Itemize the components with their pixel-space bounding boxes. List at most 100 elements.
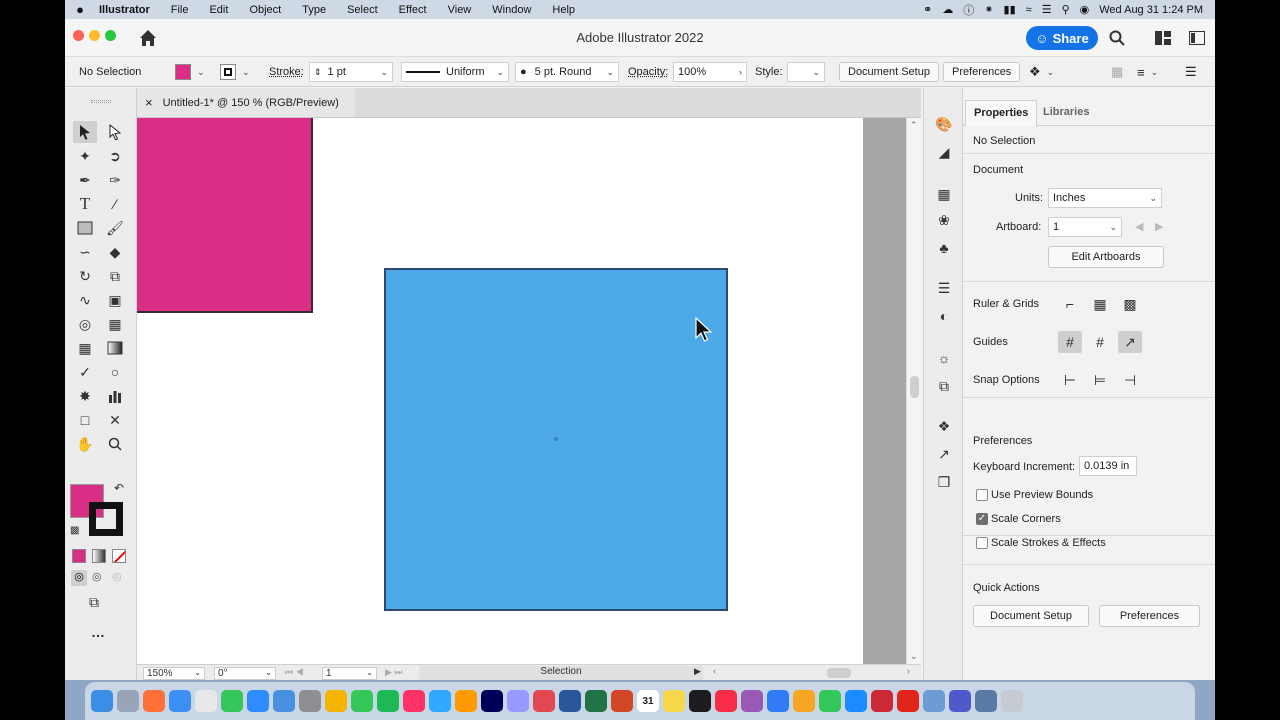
battery-icon[interactable]: ▮▮ — [1004, 3, 1016, 16]
search-icon[interactable]: ⚲ — [1062, 3, 1070, 16]
perspective-grid-tool-icon[interactable]: ▦ — [103, 313, 127, 335]
dock-downloads-icon[interactable] — [975, 690, 997, 712]
menu-select[interactable]: Select — [347, 4, 390, 16]
draw-inside-icon[interactable]: ◎ — [112, 570, 122, 583]
close-tab-icon[interactable]: × — [145, 95, 153, 110]
menu-effect[interactable]: Effect — [399, 4, 439, 16]
opacity-control[interactable]: 100% › — [673, 57, 747, 87]
dock-music-icon[interactable] — [715, 690, 737, 712]
show-rulers-icon[interactable]: ⌐ — [1058, 293, 1082, 315]
menu-window[interactable]: Window — [492, 4, 543, 16]
swap-fill-stroke-icon[interactable]: ↶ — [114, 481, 124, 495]
rotation-field[interactable]: 0° ⌄ — [214, 667, 276, 680]
column-graph-tool-icon[interactable] — [103, 385, 127, 407]
stroke-panel-icon[interactable]: ☰ — [934, 278, 954, 298]
variable-width-profile[interactable]: Uniform ⌄ — [401, 57, 509, 87]
graphic-style-control[interactable]: ⌄ — [787, 57, 825, 87]
creative-cloud-icon[interactable]: ⚭ — [923, 3, 932, 16]
curvature-tool-icon[interactable]: ✑ — [103, 169, 127, 191]
stroke-color-box[interactable] — [89, 502, 123, 536]
menu-app-illustrator[interactable]: Illustrator — [99, 4, 162, 16]
selection-tool-icon[interactable] — [73, 121, 97, 143]
artboard-dropdown[interactable]: 1 ⌄ — [1048, 217, 1122, 237]
dock-podcasts-icon[interactable] — [741, 690, 763, 712]
none-mode-button[interactable] — [112, 549, 126, 563]
line-segment-tool-icon[interactable]: ∕ — [103, 193, 127, 215]
graphic-styles-icon[interactable]: ⧉ — [934, 376, 954, 396]
search-help-icon[interactable] — [1107, 28, 1127, 48]
chevron-down-icon[interactable]: ⌄ — [496, 67, 504, 78]
eraser-tool-icon[interactable]: ◆ — [103, 241, 127, 263]
next-artboard-icon[interactable]: ▶ — [1155, 220, 1163, 233]
smart-guides-icon[interactable]: ↗ — [1118, 331, 1142, 353]
slice-tool-icon[interactable]: ✕ — [103, 409, 127, 431]
scale-corners-checkbox[interactable]: ✓ — [976, 513, 988, 525]
dock-notes-icon[interactable] — [663, 690, 685, 712]
vertical-scroll-thumb[interactable] — [910, 376, 919, 398]
units-dropdown[interactable]: Inches ⌄ — [1048, 188, 1162, 208]
dock-preview-icon[interactable] — [923, 690, 945, 712]
opacity-label[interactable]: Opacity: — [628, 57, 668, 87]
blend-tool-icon[interactable]: ○ — [103, 361, 127, 383]
dock-mail-icon[interactable] — [273, 690, 295, 712]
dock-indesign-icon[interactable] — [403, 690, 425, 712]
status-menu-arrow-icon[interactable]: ▶ — [694, 666, 701, 677]
siri-icon[interactable]: ◉ — [1080, 3, 1090, 16]
direct-selection-tool-icon[interactable] — [103, 121, 127, 143]
apple-menu-icon[interactable]: ● — [65, 2, 95, 17]
dock-numbers-icon[interactable] — [819, 690, 841, 712]
brush-dropdown[interactable]: ● 5 pt. Round ⌄ — [515, 62, 619, 82]
chevron-down-icon[interactable]: ⌄ — [606, 67, 614, 78]
tab-properties[interactable]: Properties — [965, 100, 1038, 126]
dock-facetime-icon[interactable] — [351, 690, 373, 712]
quick-preferences-button[interactable]: Preferences — [1099, 605, 1200, 627]
wifi-icon[interactable]: ≈ — [1026, 4, 1032, 16]
gradient-mode-button[interactable] — [92, 549, 106, 563]
panel-menu-icon[interactable]: ☰ — [1185, 57, 1197, 87]
fill-swatch-control[interactable]: ⌄ — [175, 57, 205, 87]
dock-launchpad-icon[interactable] — [117, 690, 139, 712]
chevron-down-icon[interactable]: ⌄ — [380, 67, 388, 78]
control-center-icon[interactable]: ☰ — [1042, 3, 1052, 16]
scroll-down-icon[interactable]: ⌄ — [910, 651, 918, 662]
dock-settings-icon[interactable] — [299, 690, 321, 712]
scroll-left-icon[interactable]: ‹ — [713, 666, 716, 676]
dock-zotero-icon[interactable] — [871, 690, 893, 712]
dock-app-store-icon[interactable] — [845, 690, 867, 712]
dock-keynote-icon[interactable] — [767, 690, 789, 712]
dock-creative-cloud-icon[interactable] — [533, 690, 555, 712]
transform-icon[interactable]: ≡ ⌄ — [1137, 57, 1158, 87]
stroke-swatch-control[interactable]: ⌄ — [220, 57, 250, 87]
dock-tv-icon[interactable] — [689, 690, 711, 712]
shape-builder-tool-icon[interactable]: ◎ — [73, 313, 97, 335]
dock-photos-icon[interactable] — [325, 690, 347, 712]
artboard-tool-icon[interactable]: □ — [73, 409, 97, 431]
dock-firefox-icon[interactable] — [143, 690, 165, 712]
chevron-right-icon[interactable]: › — [739, 67, 742, 77]
dock-zoom-icon[interactable] — [247, 690, 269, 712]
blue-square[interactable] — [384, 268, 728, 611]
paintbrush-tool-icon[interactable]: 🖌 — [103, 217, 127, 239]
menu-type[interactable]: Type — [302, 4, 338, 16]
change-screen-mode-icon[interactable]: ⧉ — [89, 594, 99, 611]
last-artboard-icon[interactable]: ▶ ⏭ — [385, 667, 403, 678]
menu-object[interactable]: Object — [249, 4, 293, 16]
dock-safari-icon[interactable] — [169, 690, 191, 712]
scale-tool-icon[interactable]: ⧉ — [103, 265, 127, 287]
snap-to-pixel-icon[interactable]: ⊣ — [1118, 369, 1142, 391]
document-tab[interactable]: × Untitled-1* @ 150 % (RGB/Preview) — [137, 88, 355, 118]
appearance-panel-icon[interactable]: ☼ — [934, 348, 954, 368]
chevron-down-icon[interactable]: ⌄ — [1149, 193, 1157, 204]
horizontal-scroll-thumb[interactable] — [827, 668, 851, 678]
keyboard-increment-field[interactable]: 0.0139 in — [1079, 456, 1137, 476]
brushes-panel-icon[interactable]: ❀ — [934, 210, 954, 230]
chevron-down-icon[interactable]: ⌄ — [197, 67, 205, 78]
scroll-right-icon[interactable]: › — [907, 666, 910, 676]
opacity-field[interactable]: 100% › — [673, 62, 747, 82]
dock-chrome-icon[interactable] — [195, 690, 217, 712]
dock-spotify-icon[interactable] — [377, 690, 399, 712]
draw-behind-icon[interactable]: ◎ — [92, 570, 102, 583]
dock-trash-icon[interactable] — [1001, 690, 1023, 712]
arrange-documents-icon[interactable] — [1153, 28, 1173, 48]
bluetooth-icon[interactable]: ⁕ — [984, 3, 993, 16]
